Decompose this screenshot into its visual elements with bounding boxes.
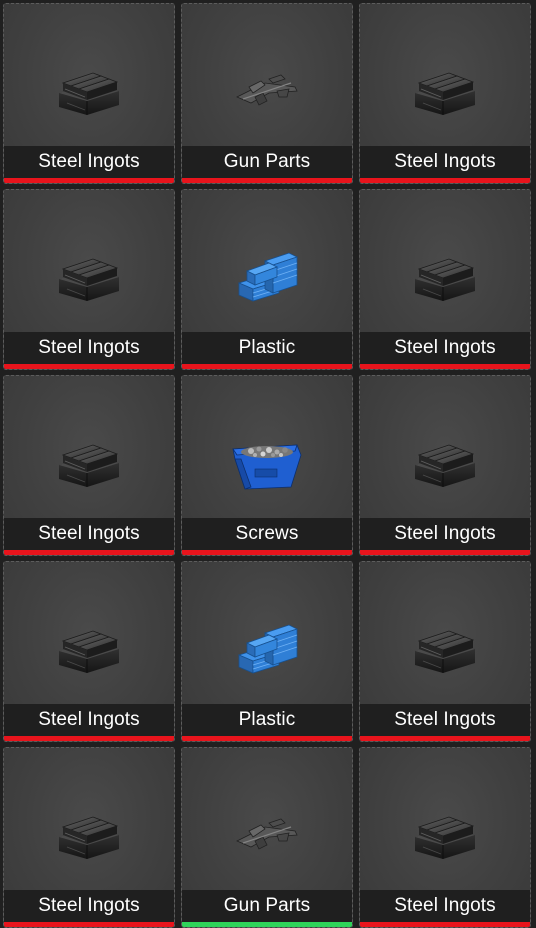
status-bar (4, 736, 174, 741)
item-label: Steel Ingots (4, 890, 174, 922)
item-label: Steel Ingots (360, 332, 530, 364)
item-label: Gun Parts (182, 146, 352, 178)
inventory-slot[interactable]: Screws (181, 375, 353, 556)
status-bar (360, 364, 530, 369)
status-bar (360, 550, 530, 555)
item-label: Plastic (182, 332, 352, 364)
inventory-slot[interactable]: Steel Ingots (3, 189, 175, 370)
inventory-slot[interactable]: Gun Parts (181, 3, 353, 184)
inventory-slot[interactable]: Plastic (181, 189, 353, 370)
steel-ingots-icon (47, 239, 131, 309)
item-label: Steel Ingots (4, 146, 174, 178)
status-bar (182, 364, 352, 369)
status-bar (360, 736, 530, 741)
steel-ingots-icon (47, 425, 131, 495)
item-label: Screws (182, 518, 352, 550)
steel-ingots-icon (47, 611, 131, 681)
steel-ingots-icon (47, 53, 131, 123)
status-bar (360, 922, 530, 927)
inventory-slot[interactable]: Steel Ingots (3, 3, 175, 184)
inventory-slot[interactable]: Steel Ingots (3, 375, 175, 556)
item-label: Steel Ingots (4, 518, 174, 550)
steel-ingots-icon (47, 797, 131, 867)
inventory-slot[interactable]: Steel Ingots (3, 561, 175, 742)
item-label: Steel Ingots (360, 146, 530, 178)
status-bar (360, 178, 530, 183)
inventory-slot[interactable]: Gun Parts (181, 747, 353, 928)
gun-parts-icon (225, 797, 309, 867)
status-bar (182, 550, 352, 555)
inventory-slot[interactable]: Steel Ingots (359, 561, 531, 742)
status-bar (4, 922, 174, 927)
inventory-slot[interactable]: Steel Ingots (359, 189, 531, 370)
steel-ingots-icon (403, 53, 487, 123)
steel-ingots-icon (403, 611, 487, 681)
status-bar (4, 550, 174, 555)
inventory-slot[interactable]: Steel Ingots (359, 747, 531, 928)
inventory-slot[interactable]: Steel Ingots (359, 3, 531, 184)
status-bar (4, 178, 174, 183)
steel-ingots-icon (403, 239, 487, 309)
item-label: Plastic (182, 704, 352, 736)
status-bar (182, 178, 352, 183)
plastic-icon (225, 239, 309, 309)
status-bar (182, 922, 352, 927)
gun-parts-icon (225, 53, 309, 123)
inventory-slot[interactable]: Plastic (181, 561, 353, 742)
item-label: Steel Ingots (4, 332, 174, 364)
status-bar (182, 736, 352, 741)
inventory-grid: Steel Ingots Gun Parts Steel Ingots Stee… (0, 0, 536, 928)
screws-icon (225, 425, 309, 495)
inventory-slot[interactable]: Steel Ingots (359, 375, 531, 556)
item-label: Steel Ingots (360, 704, 530, 736)
item-label: Steel Ingots (360, 890, 530, 922)
steel-ingots-icon (403, 425, 487, 495)
inventory-slot[interactable]: Steel Ingots (3, 747, 175, 928)
item-label: Steel Ingots (4, 704, 174, 736)
steel-ingots-icon (403, 797, 487, 867)
status-bar (4, 364, 174, 369)
plastic-icon (225, 611, 309, 681)
item-label: Gun Parts (182, 890, 352, 922)
item-label: Steel Ingots (360, 518, 530, 550)
